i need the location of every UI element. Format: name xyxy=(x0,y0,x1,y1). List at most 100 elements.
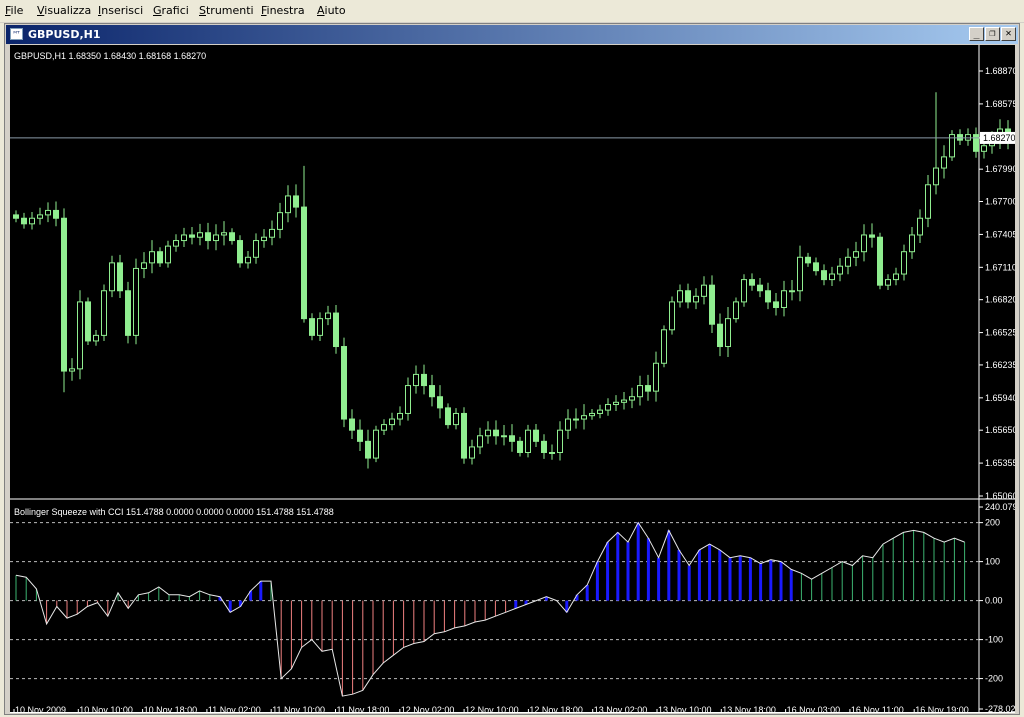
indicator-tick-label: 240.079 xyxy=(985,502,1015,512)
menu-item-grafici[interactable]: Grafici xyxy=(153,4,189,17)
price-tick-label: 1.66525 xyxy=(985,328,1015,338)
time-label: 16 Nov 03:00 xyxy=(787,705,841,713)
menu-item-inserisci[interactable]: Inserisci xyxy=(98,4,143,17)
candle-body xyxy=(469,446,475,459)
candle-body xyxy=(805,256,811,264)
candle-body xyxy=(597,409,603,414)
candle-body xyxy=(765,290,771,303)
candle-body xyxy=(101,290,107,336)
candle-body xyxy=(957,134,963,141)
candle-body xyxy=(349,418,355,431)
indicator-tick-label: 200 xyxy=(985,518,1000,528)
candle-body xyxy=(461,412,467,459)
candle-body xyxy=(293,195,299,208)
candle-body xyxy=(813,262,819,272)
price-tick-label: 1.66235 xyxy=(985,360,1015,370)
candle-body xyxy=(309,318,315,336)
time-label: 13 Nov 10:00 xyxy=(658,705,712,713)
candle-body xyxy=(389,418,395,426)
chart-window: ᴹᵀ GBPUSD,H1 _ ❐ ✕ 1.68870 1.68575 1.68270… xyxy=(4,23,1020,715)
window-title-bar[interactable]: ᴹᵀ GBPUSD,H1 _ ❐ ✕ xyxy=(6,25,1018,44)
candle-body xyxy=(197,232,203,238)
candle-body xyxy=(525,429,531,453)
time-label: 12 Nov 10:00 xyxy=(465,705,519,713)
price-tick-label: 1.68870 xyxy=(985,66,1015,76)
candle-body xyxy=(21,217,27,225)
candle-body xyxy=(365,440,371,459)
candle-body xyxy=(269,228,275,238)
time-label: 13 Nov 02:00 xyxy=(594,705,648,713)
current-price-label: 1.68270 xyxy=(983,133,1015,143)
candle-body xyxy=(373,429,379,459)
candle-body xyxy=(757,284,763,292)
candle-body xyxy=(933,167,939,186)
indicator-tick-label: -200 xyxy=(985,674,1003,684)
time-axis: 10 Nov 2009 10 Nov 10:00 10 Nov 18:00 11 No… xyxy=(10,705,1015,713)
candle-body xyxy=(541,440,547,453)
candle-body xyxy=(589,412,595,417)
chart-area[interactable]: 1.68870 1.68575 1.68270 1.67990 1.67700 1.674… xyxy=(10,45,1015,713)
candle-body xyxy=(661,329,667,364)
price-tick-label: 1.65060 xyxy=(985,491,1015,501)
time-label: 13 Nov 18:00 xyxy=(722,705,776,713)
close-button[interactable]: ✕ xyxy=(1001,27,1016,41)
candle-body xyxy=(277,212,283,230)
price-chart-label: GBPUSD,H1 1.68350 1.68430 1.68168 1.6827… xyxy=(14,51,206,61)
candle-body xyxy=(861,234,867,253)
candle-body xyxy=(221,232,227,236)
candle-body xyxy=(629,396,635,401)
candle-body xyxy=(741,279,747,303)
menu-item-strumenti[interactable]: Strumenti xyxy=(199,4,254,17)
candle-body xyxy=(533,429,539,442)
candle-body xyxy=(685,290,691,303)
menu-item-aiuto[interactable]: Aiuto xyxy=(317,4,346,17)
menu-item-file[interactable]: File xyxy=(5,4,23,17)
menu-item-finestra[interactable]: Finestra xyxy=(261,4,305,17)
candle-body xyxy=(557,429,563,453)
candle-body xyxy=(565,418,571,431)
menu-item-visualizza[interactable]: Visualizza xyxy=(37,4,91,17)
candle-body xyxy=(437,396,443,409)
candle-body xyxy=(893,273,899,281)
candle-body xyxy=(381,424,387,431)
candle-body xyxy=(637,385,643,398)
candle-body xyxy=(981,145,987,152)
time-label: 12 Nov 18:00 xyxy=(529,705,583,713)
candle-body xyxy=(245,256,251,264)
candle-body xyxy=(509,435,515,442)
candle-body xyxy=(621,399,627,403)
price-tick-label: 1.65355 xyxy=(985,458,1015,468)
candle-body xyxy=(677,290,683,303)
candle-body xyxy=(501,435,507,438)
candle-body xyxy=(717,323,723,348)
candle-body xyxy=(69,368,75,372)
indicator-tick-label: 100 xyxy=(985,557,1000,567)
candle-body xyxy=(317,318,323,336)
candle-body xyxy=(925,184,931,219)
time-label: 11 Nov 02:00 xyxy=(208,705,261,713)
price-tick-label: 1.68575 xyxy=(985,99,1015,109)
candle-body xyxy=(117,262,123,292)
indicator-tick-label: -100 xyxy=(985,635,1003,645)
time-label: 12 Nov 02:00 xyxy=(401,705,455,713)
price-tick-label: 1.66820 xyxy=(985,295,1015,305)
time-label: 11 Nov 18:00 xyxy=(337,705,390,713)
candle-body xyxy=(85,301,91,342)
candle-body xyxy=(693,295,699,303)
indicator-tick-label: 0.00 xyxy=(985,596,1003,606)
time-label: 16 Nov 19:00 xyxy=(915,705,969,713)
candle-body xyxy=(781,290,787,308)
time-label: 10 Nov 18:00 xyxy=(144,705,198,713)
candle-body xyxy=(189,234,195,238)
candle-body xyxy=(453,412,459,426)
candle-body xyxy=(421,373,427,387)
candle-body xyxy=(909,234,915,253)
minimize-button[interactable]: _ xyxy=(969,27,984,41)
candle-body xyxy=(733,301,739,320)
restore-button[interactable]: ❐ xyxy=(985,27,1000,41)
candle-body xyxy=(413,373,419,387)
time-label: 10 Nov 10:00 xyxy=(79,705,133,713)
candle-body xyxy=(837,265,843,275)
candle-body xyxy=(477,435,483,448)
candle-body xyxy=(109,262,115,292)
